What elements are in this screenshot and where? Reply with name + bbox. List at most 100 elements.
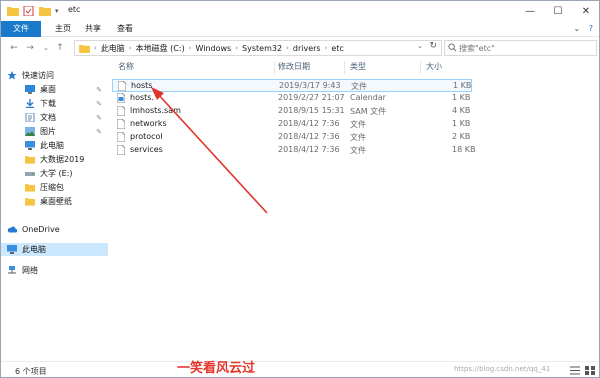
file-type: 文件 (351, 82, 367, 91)
file-icon (118, 81, 126, 91)
column-divider[interactable] (344, 61, 345, 74)
chevron-right-icon: › (235, 44, 239, 52)
file-icon (117, 106, 125, 116)
up-button[interactable]: ↑ (53, 41, 67, 55)
back-button[interactable]: ← (7, 41, 21, 55)
ribbon-tabs: 文件 主页 共享 查看 ⌄ ? (1, 21, 599, 37)
network-icon (8, 266, 16, 274)
nav-item-label: 文档 (40, 113, 56, 122)
file-icon (117, 132, 125, 142)
close-button[interactable]: ✕ (572, 1, 599, 21)
file-icon (117, 145, 125, 155)
breadcrumb-local-disk[interactable]: 本地磁盘 (C:) (136, 43, 185, 54)
search-icon (448, 43, 457, 52)
nav-pictures[interactable]: 图片 ✎ (1, 125, 108, 138)
column-header-date[interactable]: 修改日期 (278, 61, 310, 75)
navigation-pane: 快速访问 桌面 ✎ 下载 ✎ 文档 ✎ 图片 ✎ 此电脑 大数据2019 大学 … (1, 61, 108, 361)
large-icons-view-icon[interactable] (585, 366, 595, 375)
nav-network[interactable]: 网络 (1, 264, 108, 277)
breadcrumb-etc[interactable]: etc (331, 44, 343, 53)
file-row-protocol[interactable]: protocol 2018/4/12 7:36 文件 2 KB (112, 131, 472, 144)
download-icon (26, 99, 34, 108)
folder-icon (25, 156, 35, 164)
picture-icon (25, 127, 35, 136)
file-row-networks[interactable]: networks 2018/4/12 7:36 文件 1 KB (112, 118, 472, 131)
tab-home[interactable]: 主页 (51, 21, 75, 37)
computer-icon (7, 245, 17, 254)
address-bar[interactable]: › 此电脑 › 本地磁盘 (C:) › Windows › System32 ›… (74, 40, 442, 56)
file-date: 2018/4/12 7:36 (278, 119, 340, 128)
column-divider[interactable] (420, 61, 421, 74)
file-size: 1 KB (452, 119, 471, 128)
nav-drive-e[interactable]: 大学 (E:) (1, 167, 108, 180)
nav-item-label: 此电脑 (22, 245, 46, 254)
nav-folder-archives[interactable]: 压缩包 (1, 181, 108, 194)
nav-quick-access[interactable]: 快速访问 (1, 69, 108, 82)
refresh-icon[interactable]: ↻ (429, 41, 437, 51)
column-header-type[interactable]: 类型 (350, 61, 366, 75)
document-icon (25, 113, 35, 122)
new-folder-icon[interactable] (39, 6, 51, 16)
window-title: etc (68, 5, 81, 14)
help-icon[interactable]: ? (589, 24, 593, 33)
maximize-button[interactable]: ☐ (544, 1, 572, 21)
search-input[interactable] (459, 43, 589, 53)
folder-icon (79, 44, 90, 53)
breadcrumb-this-pc[interactable]: 此电脑 (101, 43, 125, 54)
tab-file[interactable]: 文件 (1, 21, 41, 37)
nav-desktop[interactable]: 桌面 ✎ (1, 83, 108, 96)
tab-view[interactable]: 查看 (113, 21, 137, 37)
chevron-right-icon: › (188, 44, 192, 52)
file-row-lmhosts[interactable]: lmhosts.sam 2018/9/15 15:31 SAM 文件 4 KB (112, 105, 472, 118)
file-date: 2019/2/27 21:07 (278, 93, 345, 102)
chevron-right-icon: › (324, 44, 328, 52)
title-bar: ▾ etc — ☐ ✕ (1, 1, 599, 21)
file-size: 2 KB (452, 132, 471, 141)
pin-icon: ✎ (96, 127, 102, 136)
recent-locations-button[interactable]: ⌄ (39, 41, 53, 55)
file-row-hosts[interactable]: hosts 2019/3/17 9:43 文件 1 KB (112, 79, 472, 92)
forward-button[interactable]: → (23, 41, 37, 55)
file-type: 文件 (350, 120, 366, 129)
file-type: Calendar (350, 93, 386, 102)
nav-this-pc-quick[interactable]: 此电脑 (1, 139, 108, 152)
nav-item-label: 大学 (E:) (40, 169, 73, 178)
column-header-size[interactable]: 大小 (426, 61, 442, 75)
breadcrumb-drivers[interactable]: drivers (293, 44, 321, 53)
details-view-icon[interactable] (570, 366, 580, 375)
column-divider[interactable] (274, 61, 275, 74)
file-size: 18 KB (452, 145, 476, 154)
file-size: 4 KB (452, 106, 471, 115)
file-type: 文件 (350, 146, 366, 155)
file-date: 2018/4/12 7:36 (278, 145, 340, 154)
file-row-hosts-calendar[interactable]: hosts. 2019/2/27 21:07 Calendar 1 KB (112, 92, 472, 105)
watermark-url: https://blog.csdn.net/qq_41 (454, 365, 551, 373)
nav-downloads[interactable]: 下载 ✎ (1, 97, 108, 110)
pin-icon: ✎ (96, 99, 102, 108)
file-name: lmhosts.sam (130, 106, 181, 115)
nav-this-pc[interactable]: 此电脑 (1, 243, 108, 256)
folder-icon (25, 198, 35, 206)
breadcrumb-system32[interactable]: System32 (242, 44, 282, 53)
search-box[interactable] (444, 40, 597, 56)
customize-toolbar-icon[interactable]: ▾ (55, 7, 59, 15)
breadcrumb-windows[interactable]: Windows (196, 44, 232, 53)
tab-share[interactable]: 共享 (81, 21, 105, 37)
nav-folder-bigdata[interactable]: 大数据2019 (1, 153, 108, 166)
properties-icon[interactable] (23, 6, 35, 16)
nav-item-label: 下载 (40, 99, 56, 108)
nav-documents[interactable]: 文档 ✎ (1, 111, 108, 124)
nav-folder-wallpapers[interactable]: 桌面壁纸 (1, 195, 108, 208)
column-header-name[interactable]: 名称 (118, 61, 134, 75)
nav-onedrive[interactable]: OneDrive (1, 223, 108, 236)
nav-item-label: 桌面 (40, 85, 56, 94)
watermark-text: 一笑看风云过 (177, 361, 256, 376)
file-size: 1 KB (453, 81, 472, 90)
file-size: 1 KB (452, 93, 471, 102)
expand-ribbon-icon[interactable]: ⌄ (574, 24, 581, 33)
file-type: 文件 (350, 133, 366, 142)
minimize-button[interactable]: — (516, 1, 544, 21)
file-row-services[interactable]: services 2018/4/12 7:36 文件 18 KB (112, 144, 476, 157)
item-count: 6 个项目 (15, 367, 47, 376)
address-dropdown-icon[interactable]: ⌄ (417, 42, 423, 50)
